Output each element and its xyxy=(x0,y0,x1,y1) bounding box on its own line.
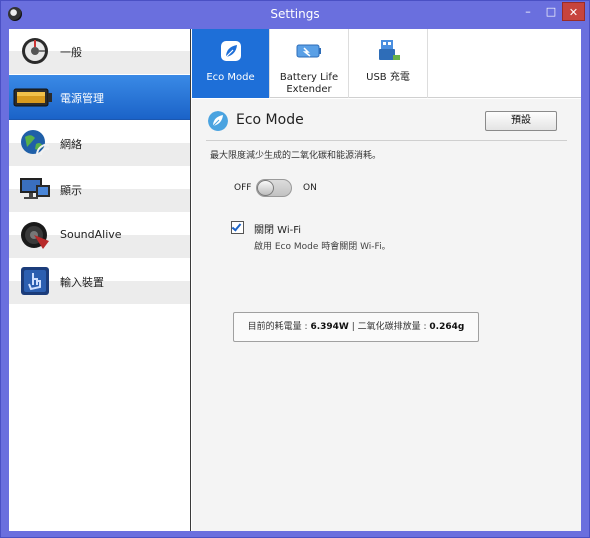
network-globe-icon xyxy=(21,130,50,156)
settings-window: Settings – □ ✕ 一般 電源管理 網絡 顯示 SoundAlive … xyxy=(0,0,590,538)
sidebar-item-general[interactable]: 一般 xyxy=(9,29,190,74)
tab-eco-mode[interactable]: Eco Mode xyxy=(192,29,270,98)
tab-battery-life-extender[interactable]: Battery Life Extender xyxy=(270,29,349,98)
sidebar-item-label: 一般 xyxy=(60,46,82,59)
eco-description: 最大限度減少生成的二氧化碳和能源消耗。 xyxy=(210,151,382,161)
sidebar-item-display[interactable]: 顯示 xyxy=(9,167,190,212)
tab-label: USB 充電 xyxy=(366,72,410,83)
power-stats-box: 目前的耗電量 : 6.394W | 二氧化碳排放量 : 0.264g xyxy=(233,312,479,342)
general-gear-icon xyxy=(22,38,48,64)
speaker-icon xyxy=(21,222,49,249)
maximize-button[interactable]: □ xyxy=(540,2,562,21)
battery-icon xyxy=(13,88,52,107)
display-monitor-icon xyxy=(20,178,50,199)
minimize-button[interactable]: – xyxy=(516,2,540,21)
divider xyxy=(206,140,567,141)
stats-separator: | xyxy=(351,322,355,332)
disable-wifi-label[interactable]: 關閉 Wi-Fi xyxy=(254,221,301,236)
section-title: Eco Mode xyxy=(236,112,304,128)
disable-wifi-description: 啟用 Eco Mode 時會關閉 Wi-Fi。 xyxy=(254,242,391,252)
consumption-label: 目前的耗電量 : xyxy=(247,322,308,332)
touch-input-icon xyxy=(21,267,49,295)
eco-mode-toggle[interactable] xyxy=(256,179,292,197)
toggle-knob[interactable] xyxy=(257,180,274,196)
checkmark-icon xyxy=(231,221,242,232)
consumption-value: 6.394W xyxy=(310,322,349,332)
eco-mode-panel: Eco Mode 預設 最大限度減少生成的二氧化碳和能源消耗。 OFF ON 關… xyxy=(192,99,581,531)
sidebar: 一般 電源管理 網絡 顯示 SoundAlive 輸入裝置 xyxy=(9,29,191,531)
sidebar-item-label: SoundAlive xyxy=(60,228,122,241)
battery-extender-icon xyxy=(296,44,321,58)
leaf-icon xyxy=(220,41,241,61)
tab-label: Battery Life Extender xyxy=(279,72,339,95)
usb-charge-icon xyxy=(379,40,400,60)
sidebar-item-label: 網絡 xyxy=(60,138,82,151)
sidebar-item-power[interactable]: 電源管理 xyxy=(9,75,190,120)
co2-label: 二氧化碳排放量 : xyxy=(357,322,427,332)
co2-value: 0.264g xyxy=(429,322,465,332)
toggle-on-label: ON xyxy=(303,183,317,193)
tab-usb-charging[interactable]: USB 充電 xyxy=(349,29,428,98)
toggle-off-label: OFF xyxy=(234,183,252,193)
sidebar-item-label: 顯示 xyxy=(60,184,82,197)
client-area: 一般 電源管理 網絡 顯示 SoundAlive 輸入裝置 Eco Mode B… xyxy=(9,29,581,531)
sidebar-item-label: 電源管理 xyxy=(60,92,104,105)
sidebar-item-input-device[interactable]: 輸入裝置 xyxy=(9,259,190,304)
sidebar-item-label: 輸入裝置 xyxy=(60,276,104,289)
default-button[interactable]: 預設 xyxy=(485,111,557,131)
tab-label: Eco Mode xyxy=(206,72,255,83)
title-bar[interactable]: Settings – □ ✕ xyxy=(1,1,589,28)
close-button[interactable]: ✕ xyxy=(562,2,585,21)
sidebar-item-network[interactable]: 網絡 xyxy=(9,121,190,166)
disable-wifi-checkbox[interactable] xyxy=(231,221,244,234)
window-title: Settings xyxy=(270,7,320,21)
sidebar-item-soundalive[interactable]: SoundAlive xyxy=(9,213,190,258)
eco-leaf-icon xyxy=(208,111,228,131)
tab-bar: Eco Mode Battery Life Extender USB 充電 xyxy=(192,29,581,98)
